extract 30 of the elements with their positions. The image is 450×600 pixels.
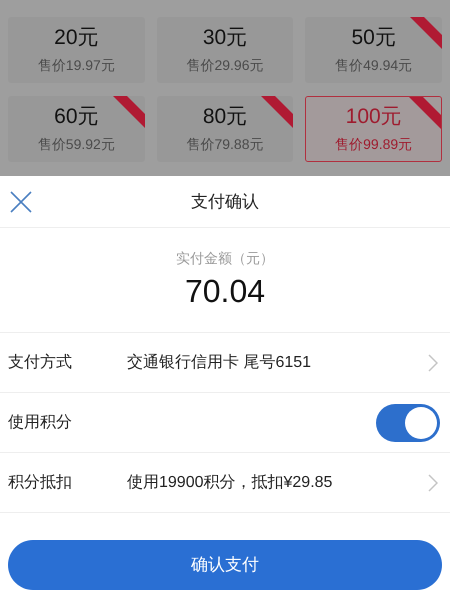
package-price: 售价19.97元 [38, 56, 115, 74]
package-amount: 20元 [54, 24, 98, 50]
row-label: 使用积分 [8, 412, 73, 432]
package-tile[interactable]: 50元 售价49.94元 [305, 17, 442, 83]
package-tile[interactable]: 20元 售价19.97元 [8, 17, 145, 83]
close-icon[interactable] [10, 190, 32, 212]
points-toggle[interactable] [376, 404, 440, 442]
package-amount: 50元 [351, 24, 396, 50]
chevron-right-icon [428, 354, 438, 372]
package-amount: 80元 [202, 104, 248, 130]
row-value[interactable]: 使用19900积分，抵扣¥29.85 [127, 470, 428, 494]
package-tile[interactable]: 80元 售价79.88元 [156, 96, 294, 162]
confirm-button[interactable]: 确认支付 [8, 540, 442, 590]
package-amount: 30元 [202, 24, 248, 50]
amount-label: 实付金额（元） [176, 249, 274, 268]
amount-value: 70.04 [184, 272, 266, 311]
row-label: 支付方式 [8, 352, 73, 372]
package-price: 售价99.89元 [335, 134, 412, 154]
row-label: 积分抵扣 [8, 472, 73, 492]
package-amount: 100元 [346, 104, 402, 130]
package-tile[interactable]: 30元 售价29.96元 [156, 17, 294, 83]
chevron-right-icon [428, 474, 438, 492]
package-price: 售价79.88元 [186, 134, 264, 154]
package-price: 售价49.94元 [335, 56, 412, 74]
package-tile[interactable]: 60元 售价59.92元 [8, 96, 145, 162]
package-price: 售价29.96元 [186, 56, 264, 74]
row-value[interactable]: 交通银行信用卡 尾号6151 [127, 350, 428, 374]
package-price: 售价59.92元 [38, 134, 115, 154]
sheet-title: 支付确认 [191, 190, 259, 213]
package-amount: 60元 [54, 104, 98, 130]
